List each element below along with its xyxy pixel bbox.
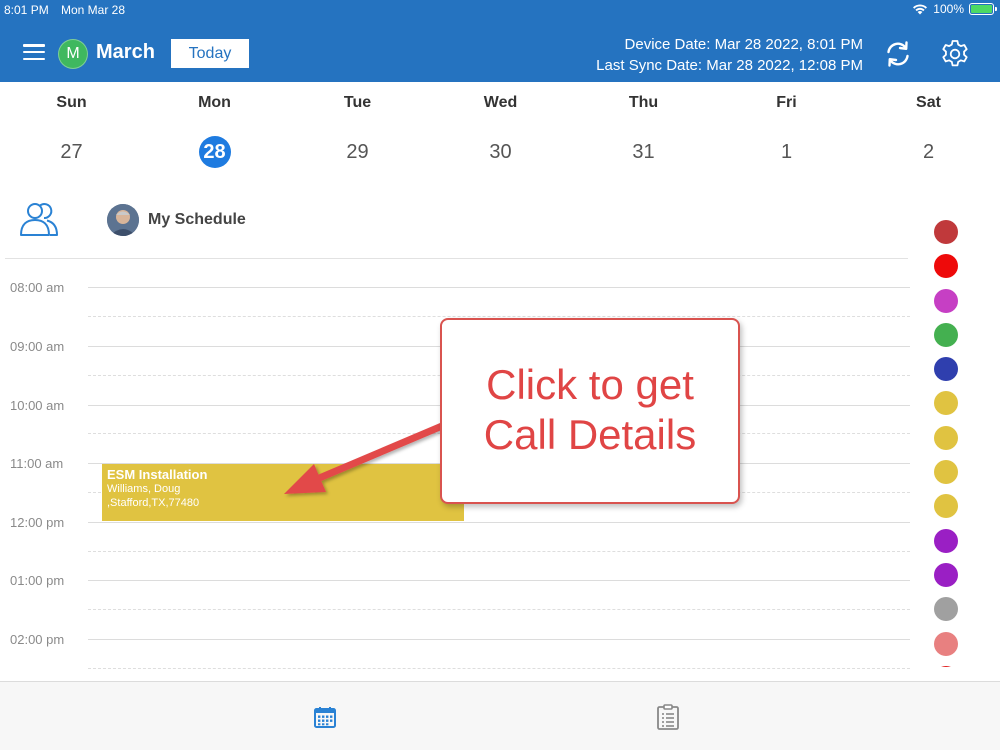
status-dot[interactable] [934,494,958,519]
day-name: Sun [56,94,87,111]
month-title[interactable]: March [96,41,155,64]
app-header: M March Today Device Date: Mar 28 2022, … [0,20,1000,82]
sync-icon[interactable] [882,38,914,70]
status-dot[interactable] [934,220,958,244]
status-dot[interactable] [934,357,958,382]
clipboard-list-icon[interactable] [656,704,680,730]
day-name: Thu [628,94,659,111]
status-dot[interactable] [934,631,958,656]
hour-label: 08:00 am [10,280,65,295]
hour-line [88,287,910,288]
half-hour-line [88,609,910,610]
status-dot[interactable] [934,665,958,667]
user-avatar[interactable]: M [58,39,88,69]
day-name: Mon [198,94,231,111]
status-dot[interactable] [934,528,958,553]
hour-label: 01:00 pm [10,573,65,588]
half-hour-line [88,668,910,669]
gear-icon[interactable] [939,38,971,70]
day-number[interactable]: 29 [342,136,374,168]
status-dot[interactable] [934,460,958,485]
callout-line-2: Call Details [483,411,697,458]
wifi-icon [913,4,928,15]
hour-label: 09:00 am [10,339,65,354]
hour-line [88,580,910,581]
day-number-selected[interactable]: 28 [198,136,231,168]
today-button[interactable]: Today [171,39,249,68]
week-strip: Sun 27 Mon 28 Tue 29 Wed 30 Thu 31 Fri 1… [0,82,1000,180]
device-date: Device Date: Mar 28 2022, 8:01 PM [624,36,863,53]
status-date: Mon Mar 28 [61,3,126,17]
status-indicators: 100% [912,2,997,16]
status-dot[interactable] [934,254,958,279]
day-name: Wed [483,94,518,111]
bottom-tab-bar [0,681,1000,750]
last-sync-date: Last Sync Date: Mar 28 2022, 12:08 PM [596,57,863,74]
status-bar: 8:01 PM Mon Mar 28 100% [0,0,1000,20]
people-icon[interactable] [17,200,61,240]
menu-icon[interactable] [23,44,45,61]
hour-line [88,522,910,523]
status-dot[interactable] [934,562,958,587]
hour-line [88,639,910,640]
day-name: Fri [776,94,797,111]
day-number[interactable]: 30 [485,136,517,168]
half-hour-line [88,551,910,552]
status-dot[interactable] [934,322,958,347]
status-dot[interactable] [934,597,958,622]
status-dot[interactable] [934,391,958,416]
status-dot[interactable] [934,425,958,450]
day-number[interactable]: 1 [771,136,803,168]
status-time: 8:01 PM [4,3,49,17]
status-color-dots [934,220,958,667]
sync-info: Device Date: Mar 28 2022, 8:01 PM Last S… [596,34,863,76]
half-hour-line [88,316,910,317]
day-number[interactable]: 2 [913,136,945,168]
day-name: Sat [916,94,941,111]
hour-label: 02:00 pm [10,632,65,647]
hour-label: 12:00 pm [10,515,65,530]
calendar-icon[interactable] [313,705,337,729]
status-dot[interactable] [934,288,958,313]
day-name: Tue [343,94,372,111]
hour-label: 11:00 am [10,456,64,471]
day-number[interactable]: 31 [628,136,660,168]
callout-line-1: Click to get [486,361,694,408]
battery-percent: 100% [933,2,964,16]
schedule-label[interactable]: My Schedule [148,211,246,229]
hour-label: 10:00 am [10,398,65,413]
day-number[interactable]: 27 [56,136,88,168]
annotation-callout: Click to get Call Details [440,318,740,504]
battery-icon [969,3,997,15]
user-photo[interactable] [107,204,139,236]
